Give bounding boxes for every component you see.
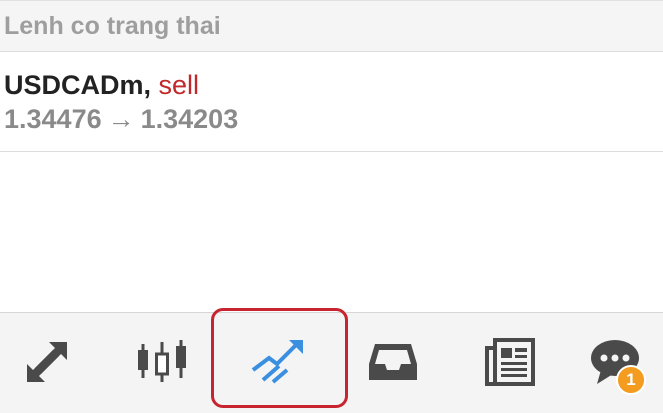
section-header: Lenh co trang thai <box>0 0 663 52</box>
nav-trade[interactable] <box>244 327 314 397</box>
current-price: 1.34203 <box>140 104 239 134</box>
nav-news[interactable] <box>474 327 544 397</box>
price-arrow: → <box>107 104 135 134</box>
nav-quotes[interactable] <box>12 327 82 397</box>
candlestick-icon <box>138 340 186 382</box>
open-price: 1.34476 <box>4 104 102 134</box>
order-row[interactable]: USDCADm, sell 1.34476 → 1.34203 <box>0 52 663 152</box>
bottom-nav: 1 <box>0 312 663 413</box>
order-title: USDCADm, sell <box>4 70 199 100</box>
nav-chart[interactable] <box>127 327 197 397</box>
nav-messages[interactable]: 1 <box>582 327 648 397</box>
inbox-tray-icon <box>369 344 417 380</box>
order-prices: 1.34476 → 1.34203 <box>4 103 238 135</box>
newspaper-icon <box>485 338 535 386</box>
nav-history[interactable] <box>358 327 428 397</box>
trend-lines-icon <box>251 340 303 384</box>
section-title: Lenh co trang thai <box>4 12 221 40</box>
notification-badge: 1 <box>616 365 646 395</box>
up-down-arrows-icon <box>27 342 67 382</box>
order-symbol: USDCADm, <box>4 70 152 100</box>
app-window: Lenh co trang thai USDCADm, sell 1.34476… <box>0 0 663 413</box>
order-type: sell <box>158 70 200 100</box>
